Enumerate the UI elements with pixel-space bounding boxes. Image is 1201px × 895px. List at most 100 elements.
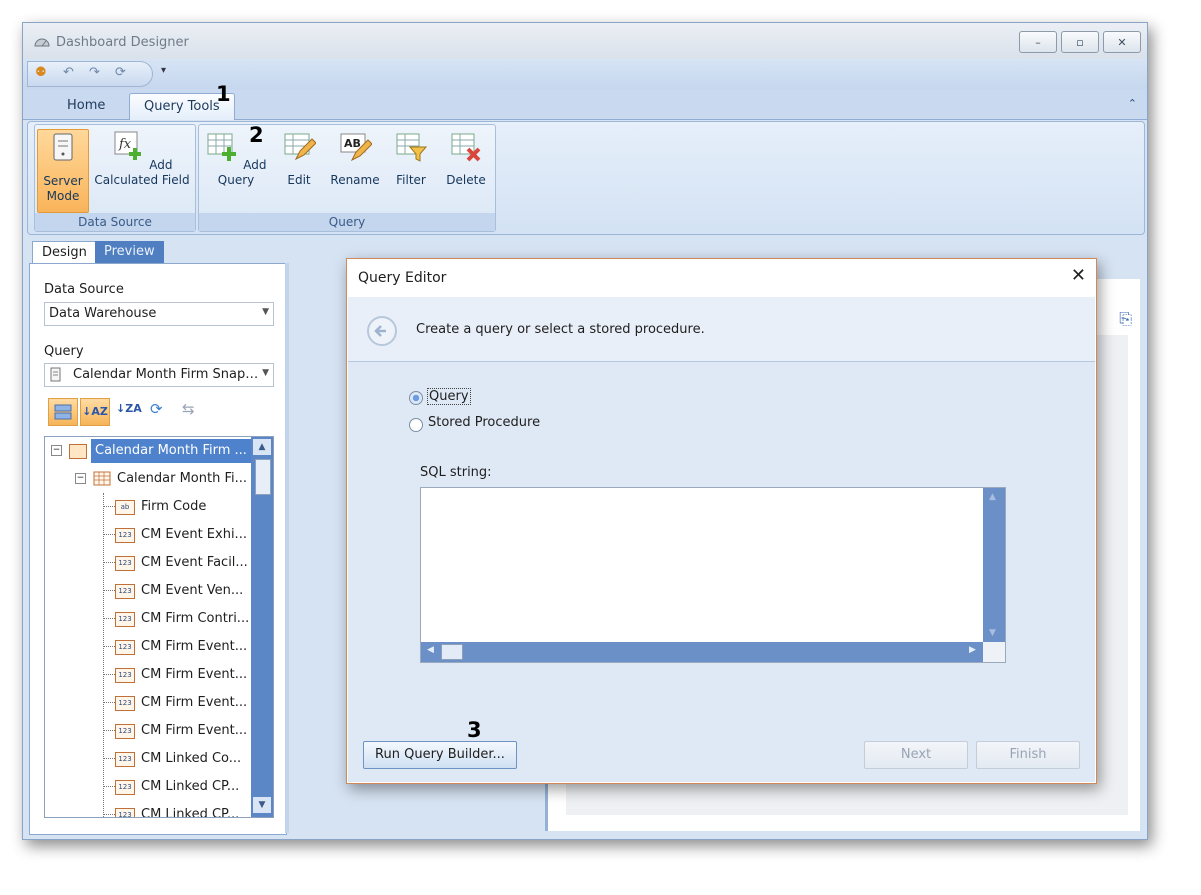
minimize-button[interactable]: – [1019, 31, 1057, 53]
filter-funnel-icon [396, 133, 428, 162]
tree-connector [103, 562, 115, 563]
radio-stored-procedure[interactable] [409, 418, 423, 432]
tree-field-label: CM Firm Event... [141, 695, 248, 710]
rename-icon: AB [340, 133, 373, 162]
maximize-button[interactable]: ▫ [1061, 31, 1099, 53]
tree-field-item[interactable]: 123 CM Firm Event... [45, 661, 251, 689]
sql-string-label: SQL string: [420, 465, 492, 480]
group-label-query: Query [199, 213, 495, 231]
tree-field-label: CM Linked CP... [141, 807, 240, 818]
tree-field-item[interactable]: 123 CM Linked CP... [45, 801, 251, 818]
swap-icon[interactable]: ⇆ [182, 400, 195, 418]
numeric-field-icon: 123 [115, 640, 135, 655]
sql-horizontal-scrollbar[interactable]: ◀ ▶ [421, 642, 1005, 662]
sort-za-icon[interactable]: ↓ZA [116, 402, 142, 415]
rename-button[interactable]: AB Rename [327, 129, 383, 188]
tree-scrollbar[interactable]: ▲ ▼ [251, 437, 273, 817]
numeric-field-icon: 123 [115, 556, 135, 571]
radio-stored-procedure-label[interactable]: Stored Procedure [428, 415, 540, 430]
tree-field-item[interactable]: 123 CM Linked CP... [45, 773, 251, 801]
filter-button[interactable]: Filter [389, 129, 433, 188]
tree-field-item[interactable]: 123 CM Firm Event... [45, 689, 251, 717]
collapse-ribbon-icon[interactable]: ⌃ [1128, 97, 1137, 110]
scroll-thumb[interactable] [255, 459, 271, 495]
add-query-icon [207, 133, 237, 161]
tree-field-label: CM Linked Co... [141, 751, 242, 766]
delete-label: Delete [446, 173, 486, 187]
function-plus-icon: fx [114, 131, 142, 160]
tree-field-item[interactable]: 123 CM Event Exhi... [45, 521, 251, 549]
h-scroll-thumb[interactable] [441, 644, 463, 660]
data-source-label: Data Source [44, 282, 124, 297]
tree-table-node[interactable]: − Calendar Month Fi... [45, 465, 251, 493]
tree-connector [103, 702, 115, 703]
tree-field-item[interactable]: 123 CM Firm Event... [45, 633, 251, 661]
tree-field-label: CM Firm Event... [141, 667, 248, 682]
export-icon[interactable]: ⎘ [1119, 309, 1132, 329]
scroll-down-icon[interactable]: ▼ [989, 628, 996, 638]
tree-connector [103, 814, 115, 815]
dialog-body: Create a query or select a stored proced… [348, 297, 1095, 782]
quick-access-toolbar: ⚉ ↶ ↷ ⟳ ▾ [23, 59, 1147, 89]
query-icon [50, 367, 61, 382]
group-query: Add Query Edit AB Rename Filter Delete Q… [198, 124, 496, 232]
edit-pencil-icon [284, 133, 317, 161]
tab-design[interactable]: Design [32, 241, 97, 264]
app-title: Dashboard Designer [56, 35, 189, 50]
tree-field-item[interactable]: ab Firm Code [45, 493, 251, 521]
finish-button[interactable]: Finish [976, 741, 1080, 769]
redo-icon[interactable]: ↷ [89, 65, 100, 80]
tree-connector [103, 506, 115, 507]
tree-connector [103, 534, 115, 535]
scroll-left-icon[interactable]: ◀ [427, 645, 434, 655]
svg-text:AB: AB [344, 137, 361, 150]
users-icon[interactable]: ⚉ [35, 65, 47, 80]
group-by-type-button[interactable] [48, 398, 78, 426]
scroll-up-icon[interactable]: ▲ [253, 439, 271, 455]
query-select[interactable]: Calendar Month Firm Snap… ▼ [44, 363, 274, 387]
close-window-button[interactable]: ✕ [1103, 31, 1141, 53]
sql-editor[interactable]: ▲ ▼ ◀ ▶ [420, 487, 1006, 663]
refresh-icon[interactable]: ⟳ [115, 65, 126, 80]
data-source-select[interactable]: Data Warehouse ▼ [44, 302, 274, 326]
numeric-field-icon: 123 [115, 584, 135, 599]
query-value: Calendar Month Firm Snap… [73, 367, 259, 382]
radio-query-label[interactable]: Query [427, 388, 471, 405]
sort-az-button[interactable]: ↓AZ [80, 398, 110, 426]
title-bar: Dashboard Designer – ▫ ✕ [23, 23, 1147, 59]
tab-preview[interactable]: Preview [95, 241, 164, 263]
collapse-icon[interactable]: − [75, 473, 86, 484]
scroll-down-icon[interactable]: ▼ [253, 797, 271, 813]
tree-field-item[interactable]: 123 CM Linked Co... [45, 745, 251, 773]
callout-3: 3 [467, 718, 482, 742]
add-calculated-field-button[interactable]: fx Add Calculated Field [91, 129, 193, 188]
undo-icon[interactable]: ↶ [63, 65, 74, 80]
collapse-icon[interactable]: − [51, 445, 62, 456]
refresh-fields-icon[interactable]: ⟳ [150, 400, 163, 418]
dialog-close-button[interactable]: ✕ [1071, 265, 1086, 286]
server-icon [53, 133, 73, 161]
sql-vertical-scrollbar[interactable]: ▲ ▼ [983, 488, 1005, 662]
tab-home[interactable]: Home [53, 93, 119, 119]
tree-root-label: Calendar Month Firm ... [91, 439, 253, 463]
tree-root[interactable]: − Calendar Month Firm ... [45, 437, 253, 465]
server-mode-button[interactable]: Server Mode [37, 129, 89, 213]
scroll-up-icon[interactable]: ▲ [989, 492, 996, 502]
tree-field-item[interactable]: 123 CM Firm Event... [45, 717, 251, 745]
tree-field-item[interactable]: 123 CM Event Facil... [45, 549, 251, 577]
numeric-field-icon: 123 [115, 780, 135, 795]
tree-field-item[interactable]: 123 CM Firm Contri... [45, 605, 251, 633]
callout-1: 1 [216, 82, 231, 106]
tree-field-item[interactable]: 123 CM Event Ven... [45, 577, 251, 605]
next-button[interactable]: Next [864, 741, 968, 769]
back-arrow-icon[interactable] [366, 315, 398, 347]
numeric-field-icon: 123 [115, 528, 135, 543]
scroll-right-icon[interactable]: ▶ [969, 645, 976, 655]
tree-connector [103, 730, 115, 731]
delete-button[interactable]: Delete [441, 129, 491, 188]
radio-query[interactable] [409, 391, 423, 405]
edit-button[interactable]: Edit [277, 129, 321, 188]
tree-table-label: Calendar Month Fi... [117, 471, 248, 486]
run-query-builder-button[interactable]: Run Query Builder... [363, 741, 517, 769]
customize-dropdown-icon[interactable]: ▾ [161, 65, 166, 76]
